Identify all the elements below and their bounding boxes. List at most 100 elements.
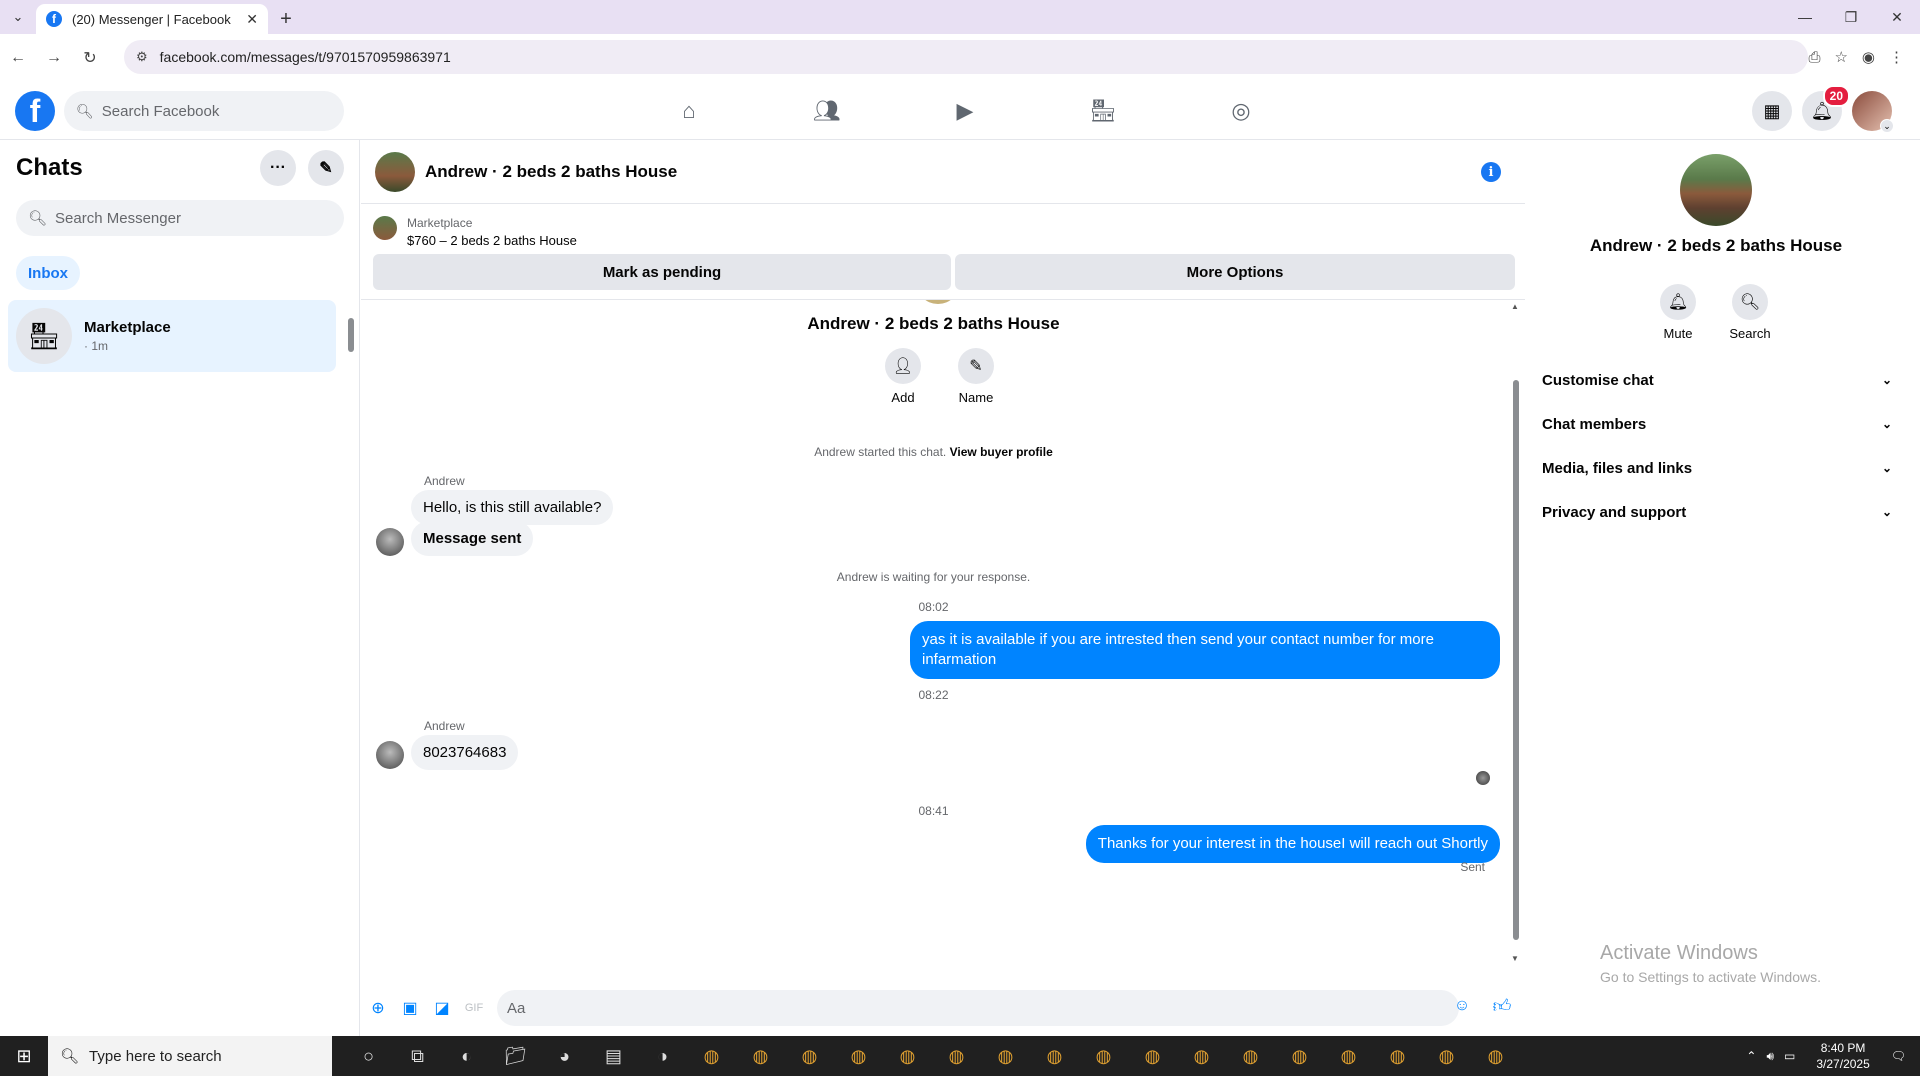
outgoing-message[interactable]: Thanks for your interest in the houseI w…	[1085, 825, 1500, 863]
chat-list-item[interactable]: 🏪︎ Marketplace · 1m	[8, 300, 336, 372]
messenger-search-input[interactable]: 🔍︎ Search Messenger	[16, 200, 344, 236]
restore-icon[interactable]: ❐	[1828, 0, 1874, 34]
listing-thumbnail[interactable]	[373, 216, 397, 240]
video-icon[interactable]: ▶	[896, 82, 1034, 140]
firefox-icon[interactable]: ◕	[540, 1036, 589, 1076]
notifications-icon[interactable]: 🗨︎	[1891, 1049, 1906, 1063]
scrollbar-thumb[interactable]	[1513, 380, 1519, 940]
edge-icon[interactable]: ◐	[442, 1036, 491, 1076]
chrome-icon[interactable]: ◍	[1422, 1036, 1471, 1076]
reload-icon[interactable]: ↻	[72, 40, 108, 76]
file-explorer-icon[interactable]: 📁︎	[491, 1036, 540, 1076]
chrome-icon[interactable]: ◍	[883, 1036, 932, 1076]
inbox-filter-tab[interactable]: Inbox	[16, 256, 80, 290]
task-view-icon[interactable]: ⧉	[393, 1036, 442, 1076]
cortana-icon[interactable]: ○	[344, 1036, 393, 1076]
browser-menu-icon[interactable]: ⋮	[1889, 48, 1904, 66]
notifications-button[interactable]: 🔔︎ 20	[1802, 85, 1850, 131]
gif-icon[interactable]: GIF	[463, 997, 485, 1019]
plus-circle-icon[interactable]: ⊕	[367, 997, 389, 1019]
home-icon[interactable]: ⌂	[620, 82, 758, 140]
search-in-chat-button[interactable]: 🔍︎ Search	[1720, 284, 1780, 341]
more-options-button[interactable]: More Options	[955, 254, 1515, 290]
bookmark-star-icon[interactable]: ☆	[1834, 48, 1847, 66]
close-tab-icon[interactable]: ✕	[246, 11, 258, 28]
chrome-icon[interactable]: ◍	[1275, 1036, 1324, 1076]
incoming-message[interactable]: Hello, is this still available?	[411, 490, 614, 525]
volume-icon[interactable]: 🔊︎	[1766, 1049, 1774, 1064]
image-icon[interactable]: ▣	[399, 997, 421, 1019]
marketplace-icon[interactable]: 🏪︎	[1034, 82, 1172, 140]
taskbar-search-input[interactable]: 🔍︎ Type here to search	[48, 1036, 332, 1076]
new-tab-button[interactable]: +	[268, 4, 304, 34]
sender-avatar[interactable]	[376, 741, 404, 769]
chrome-icon[interactable]: ◍	[687, 1036, 736, 1076]
show-hidden-icons-icon[interactable]: ⌃	[1746, 1049, 1756, 1063]
network-icon[interactable]: ▭	[1784, 1049, 1795, 1063]
site-info-icon[interactable]: ⚙	[136, 49, 148, 65]
notepad-icon[interactable]: ▤	[589, 1036, 638, 1076]
sticker-icon[interactable]: ◪	[431, 997, 453, 1019]
chrome-icon[interactable]: ◍	[1471, 1036, 1520, 1076]
chrome-icon[interactable]: ◍	[1177, 1036, 1226, 1076]
chrome-icon[interactable]: ◍	[981, 1036, 1030, 1076]
account-avatar[interactable]: ⌄	[1852, 91, 1894, 133]
profile-icon[interactable]: ◉	[1862, 48, 1875, 66]
tab-search-chevron-icon[interactable]: ⌄	[0, 0, 36, 34]
groups-icon[interactable]: ◎	[1172, 82, 1310, 140]
media-files-links-section[interactable]: Media, files and links ⌄	[1542, 446, 1892, 490]
install-app-icon[interactable]: ⎙	[1808, 49, 1820, 66]
back-icon[interactable]: ←	[0, 40, 36, 76]
chrome-icon[interactable]: ◍	[1079, 1036, 1128, 1076]
facebook-search-input[interactable]: 🔍︎ Search Facebook	[64, 91, 344, 131]
minimize-icon[interactable]: —	[1782, 0, 1828, 34]
thread-scrollbar[interactable]: ▲ ▼	[1510, 300, 1522, 966]
message-input[interactable]: Aa	[497, 990, 1459, 1026]
new-message-icon[interactable]: ✎	[308, 150, 344, 186]
close-window-icon[interactable]: ✕	[1874, 0, 1920, 34]
listing-title[interactable]: $760 – 2 beds 2 baths House	[407, 233, 577, 248]
chrome-icon[interactable]: ◍	[932, 1036, 981, 1076]
view-buyer-profile-link[interactable]: View buyer profile	[950, 445, 1053, 459]
chats-scrollbar[interactable]	[347, 304, 355, 356]
add-people-button[interactable]: 👤︎ Add	[873, 348, 933, 405]
outgoing-message[interactable]: yas it is available if you are intrested…	[910, 621, 1500, 679]
friends-icon[interactable]: 👥︎	[758, 82, 896, 140]
chrome-icon[interactable]: ◍	[1226, 1036, 1275, 1076]
thumbs-up-icon[interactable]: 👍︎	[1491, 995, 1513, 1017]
mute-button[interactable]: 🔔︎ Mute	[1648, 284, 1708, 341]
info-icon[interactable]: i	[1481, 162, 1501, 182]
browser-tab-messenger[interactable]: f (20) Messenger | Facebook ✕	[36, 4, 268, 34]
conversation-avatar[interactable]	[375, 151, 415, 192]
chrome-icon[interactable]: ◍	[785, 1036, 834, 1076]
windows-start-icon[interactable]: ⊞	[0, 1036, 48, 1076]
chat-members-section[interactable]: Chat members ⌄	[1542, 402, 1892, 446]
edit-name-button[interactable]: ✎ Name	[946, 348, 1006, 405]
incoming-message[interactable]: Message sent	[411, 521, 534, 556]
chrome-icon[interactable]: ◍	[1373, 1036, 1422, 1076]
chrome-icon[interactable]: ◍	[834, 1036, 883, 1076]
mark-as-pending-button[interactable]: Mark as pending	[373, 254, 951, 290]
scrollbar-thumb[interactable]	[348, 318, 354, 352]
address-bar[interactable]: ⚙ facebook.com/messages/t/97015709598639…	[124, 40, 1808, 74]
menu-grid-icon[interactable]: ▦	[1752, 91, 1792, 131]
chrome-icon[interactable]: ◍	[1030, 1036, 1079, 1076]
scroll-up-icon[interactable]: ▲	[1511, 302, 1519, 311]
scroll-down-icon[interactable]: ▼	[1511, 954, 1519, 963]
chrome-icon[interactable]: ◍	[1128, 1036, 1177, 1076]
paint-icon[interactable]: ◑	[638, 1036, 687, 1076]
chat-info-avatar[interactable]	[1680, 154, 1752, 226]
taskbar-clock[interactable]: 8:40 PM 3/27/2025	[1816, 1040, 1869, 1072]
message-composer: ⊕ ▣ ◪ GIF Aa ☺ 👍︎	[361, 986, 1525, 1032]
incoming-message[interactable]: 8023764683	[411, 735, 519, 770]
facebook-logo-icon[interactable]: f	[15, 91, 55, 131]
sender-avatar[interactable]	[376, 528, 404, 556]
chrome-icon[interactable]: ◍	[1324, 1036, 1373, 1076]
forward-icon[interactable]: →	[36, 40, 72, 76]
customise-chat-section[interactable]: Customise chat ⌄	[1542, 358, 1892, 402]
chrome-icon[interactable]: ◍	[736, 1036, 785, 1076]
conversation-title[interactable]: Andrew · 2 beds 2 baths House	[425, 162, 677, 182]
privacy-support-section[interactable]: Privacy and support ⌄	[1542, 490, 1892, 534]
emoji-icon[interactable]: ☺	[1451, 995, 1473, 1017]
more-options-icon[interactable]: ···	[260, 150, 296, 186]
